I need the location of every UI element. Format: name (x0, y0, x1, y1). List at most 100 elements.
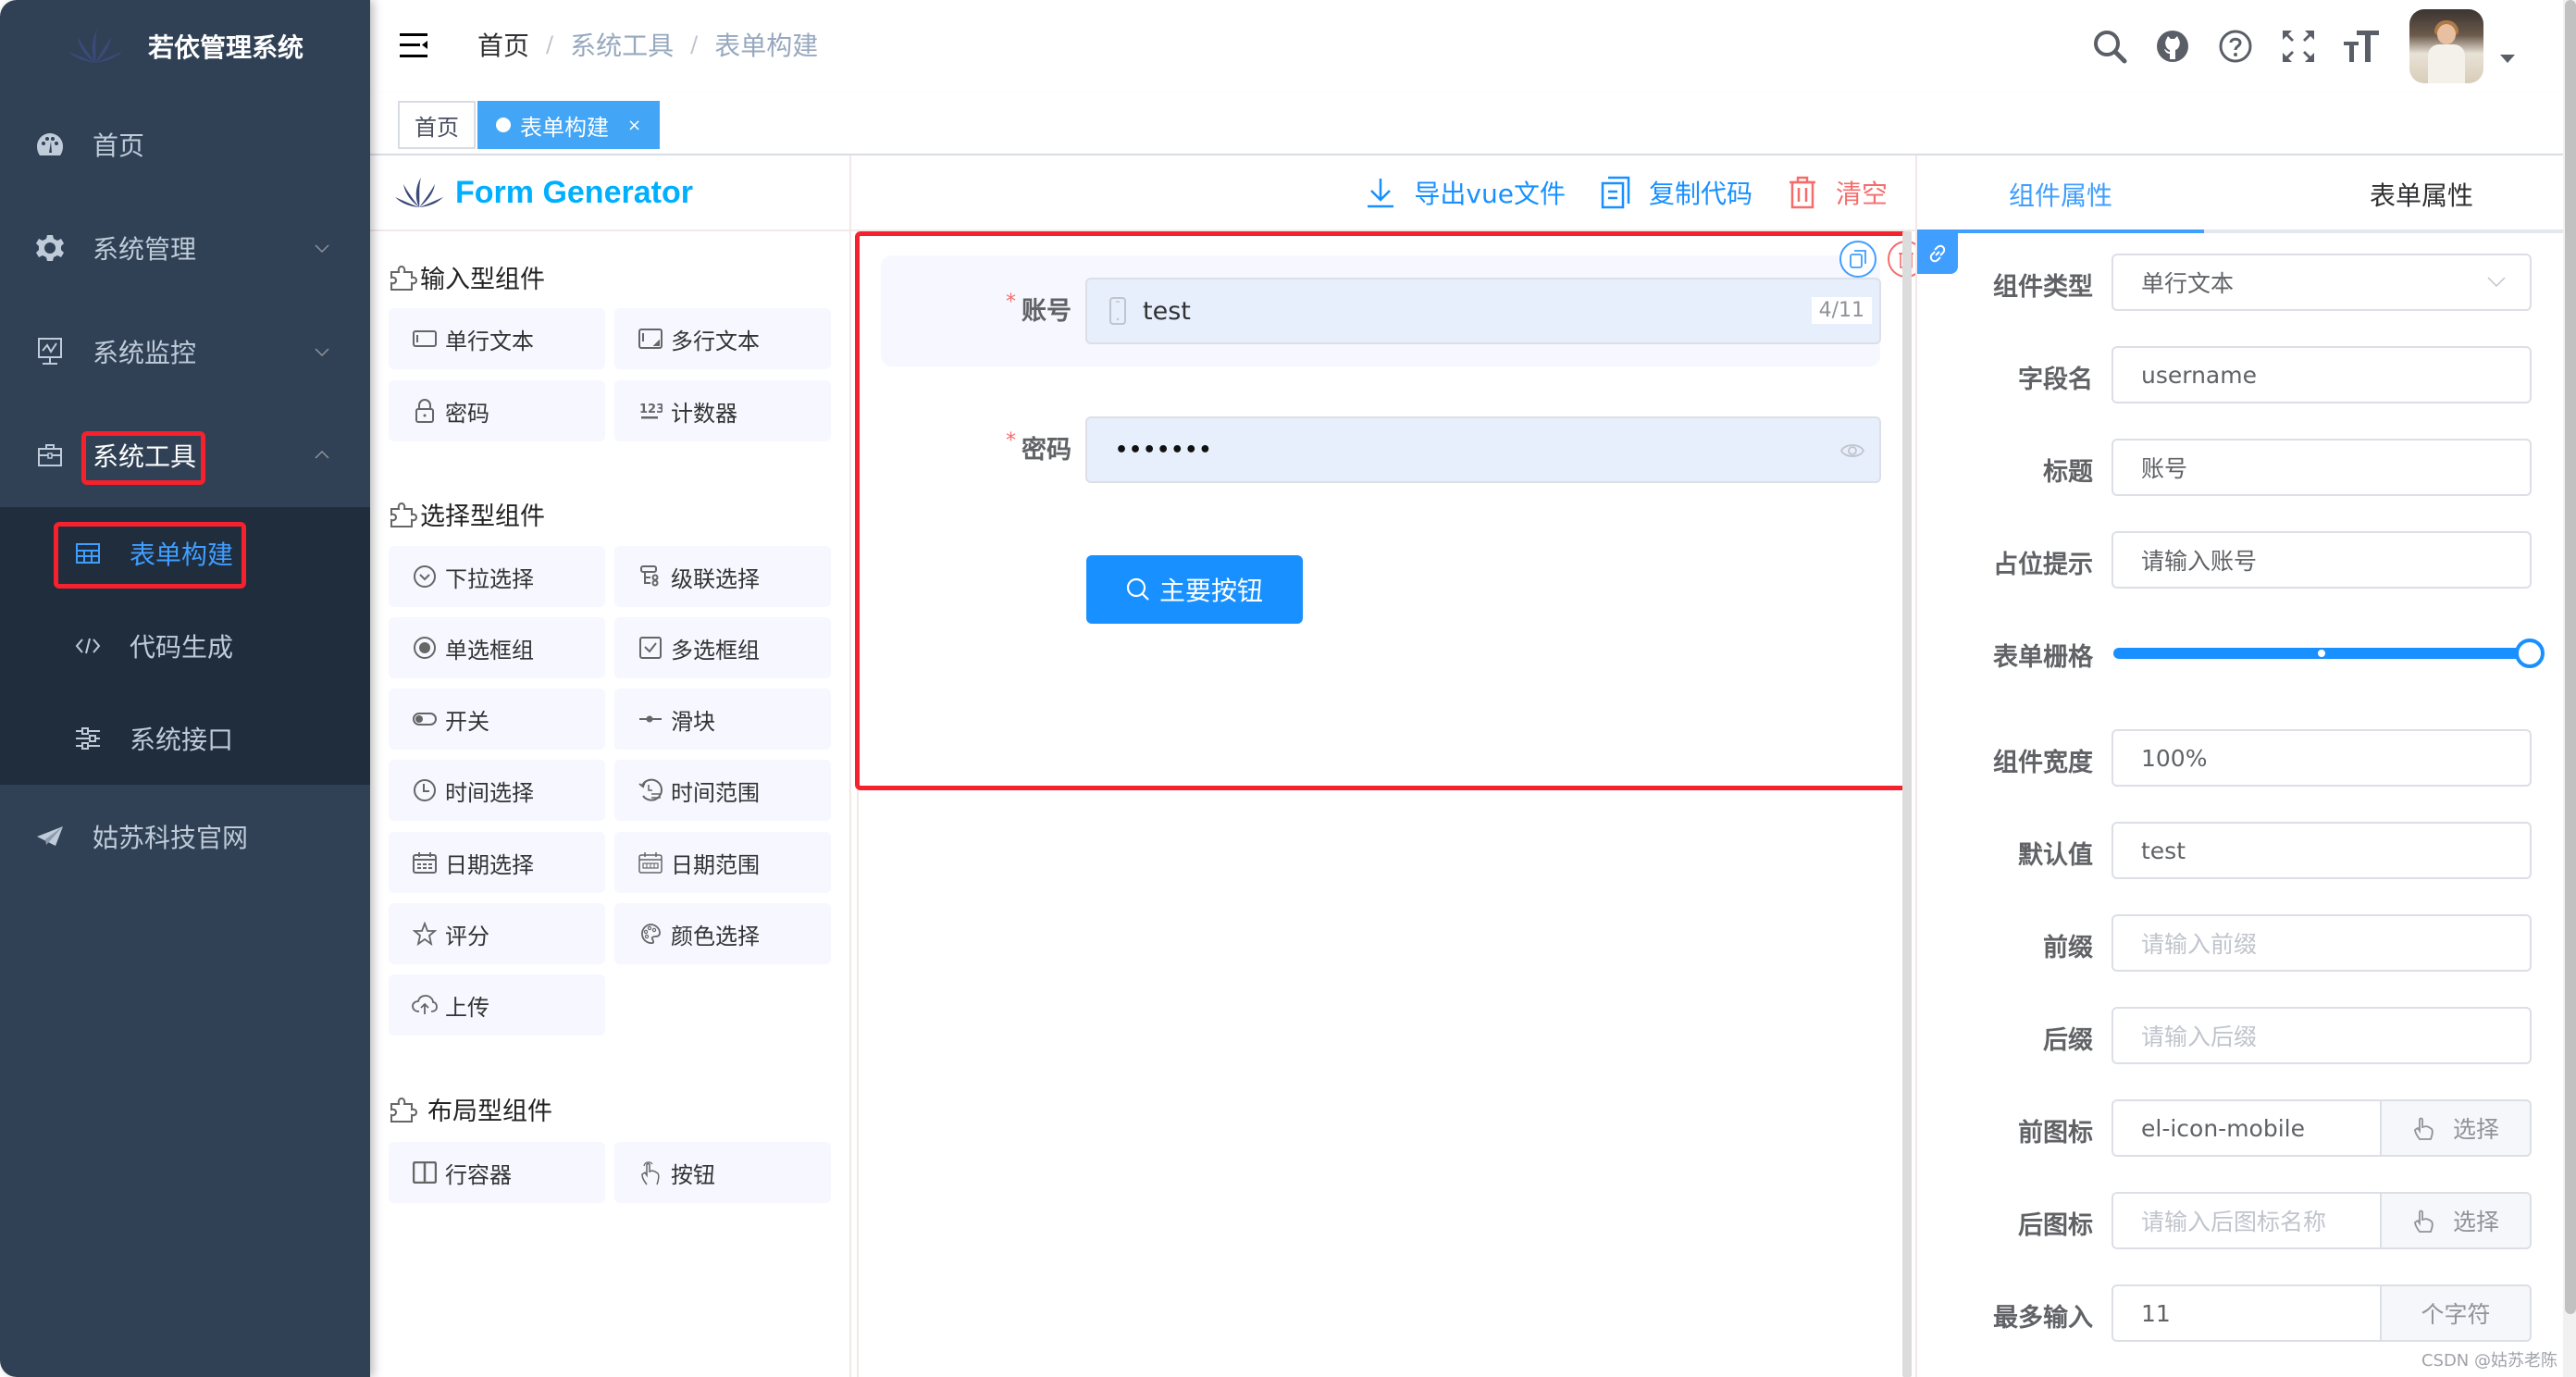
github-icon[interactable] (2154, 28, 2191, 65)
prefix-icon-input[interactable]: el-icon-mobile (2112, 1099, 2382, 1157)
active-tab-indicator (1917, 230, 2204, 233)
component-panel: Form Generator 输入型组件 单行文本 多行文本 密码 123 计数… (370, 155, 851, 1377)
title-input[interactable]: 账号 (2112, 439, 2532, 496)
sidebar-item-website[interactable]: 姑苏科技官网 (0, 785, 370, 888)
component-number[interactable]: 123 计数器 (614, 380, 831, 441)
prop-default-value: 默认值 test (1917, 822, 2565, 881)
fullscreen-icon[interactable] (2280, 28, 2317, 65)
component-date-range[interactable]: 日期范围 (614, 832, 831, 893)
placeholder-input[interactable]: 请输入账号 (2112, 531, 2532, 589)
upload-icon (412, 992, 438, 1018)
navbar: 首页 / 系统工具 / 表单构建 (370, 0, 2563, 93)
component-checkbox[interactable]: 多选框组 (614, 617, 831, 678)
export-vue-button[interactable]: 导出vue文件 (1364, 174, 1566, 211)
close-icon[interactable]: × (627, 116, 641, 135)
primary-button[interactable]: 主要按钮 (1086, 555, 1303, 624)
mobile-icon (1109, 297, 1126, 325)
page-scrollbar-thumb[interactable] (2565, 0, 2576, 1314)
copy-item-button[interactable] (1839, 241, 1876, 278)
tab-component-props[interactable]: 组件属性 (1917, 155, 2204, 233)
breadcrumb-home[interactable]: 首页 (477, 26, 529, 63)
suffix-icon-select-button[interactable]: 选择 (2382, 1192, 2532, 1249)
append-input[interactable]: 请输入后缀 (2112, 1007, 2532, 1064)
clear-button[interactable]: 清空 (1786, 174, 1888, 211)
paper-plane-icon (35, 822, 65, 851)
page-scrollbar[interactable] (2563, 0, 2576, 1377)
component-row[interactable]: 行容器 (389, 1142, 605, 1203)
chevron-down-icon (315, 348, 329, 357)
component-date-picker[interactable]: 日期选择 (389, 832, 605, 893)
download-icon (1364, 176, 1397, 209)
sidebar-item-system-tools[interactable]: 系统工具 (0, 403, 370, 507)
copy-code-button[interactable]: 复制代码 (1599, 174, 1752, 211)
logo-icon (68, 30, 122, 63)
suffix-icon-input[interactable]: 请输入后图标名称 (2112, 1192, 2382, 1249)
star-icon (412, 921, 438, 947)
copy-icon (1599, 176, 1632, 209)
hamburger-icon[interactable] (400, 31, 429, 59)
component-type-select[interactable]: 单行文本 (2112, 254, 2532, 311)
sidebar-item-code-gen[interactable]: 代码生成 (0, 600, 370, 692)
caret-down-icon[interactable] (2500, 54, 2515, 63)
component-button[interactable]: 按钮 (614, 1142, 831, 1203)
prefix-icon-select-button[interactable]: 选择 (2382, 1099, 2532, 1157)
component-time-picker[interactable]: 时间选择 (389, 760, 605, 821)
breadcrumb-form-builder: 表单构建 (714, 31, 819, 61)
field-name-input[interactable]: username (2112, 346, 2532, 403)
component-switch[interactable]: 开关 (389, 688, 605, 750)
component-slider[interactable]: 滑块 (614, 688, 831, 750)
table-icon (74, 540, 102, 567)
span-slider[interactable] (2113, 639, 2545, 668)
canvas-scrollbar[interactable] (1902, 231, 1912, 1377)
prepend-input[interactable]: 请输入前缀 (2112, 914, 2532, 972)
component-time-range[interactable]: 时间范围 (614, 760, 831, 821)
form-generator-logo-icon (395, 178, 443, 207)
search-icon[interactable] (2091, 28, 2128, 65)
slider-stop (2317, 650, 2325, 657)
pointer-icon (638, 1160, 663, 1185)
default-value-input[interactable]: test (2112, 822, 2532, 879)
maxlength-input[interactable]: 11 (2112, 1284, 2382, 1342)
date-range-icon (638, 850, 663, 875)
slider-thumb[interactable] (2515, 639, 2545, 668)
account-input[interactable]: test 4/11 (1085, 278, 1881, 344)
component-input[interactable]: 单行文本 (389, 308, 605, 369)
component-radio[interactable]: 单选框组 (389, 617, 605, 678)
row-icon (412, 1160, 438, 1185)
input-icon (412, 326, 438, 352)
component-select[interactable]: 下拉选择 (389, 546, 605, 607)
component-password[interactable]: 密码 (389, 380, 605, 441)
cascader-icon (638, 564, 663, 589)
chevron-down-icon (2487, 277, 2506, 288)
component-rate[interactable]: 评分 (389, 903, 605, 964)
prop-title: 标题 账号 (1917, 439, 2565, 498)
sliders-icon (74, 725, 102, 752)
tag-home[interactable]: 首页 (398, 101, 476, 149)
password-input[interactable]: ••••••• (1085, 416, 1881, 483)
tag-form-builder[interactable]: 表单构建 × (477, 101, 661, 149)
question-icon[interactable] (2217, 28, 2254, 65)
pointer-icon (2414, 1117, 2434, 1140)
sidebar-logo[interactable]: 若依管理系统 (0, 0, 370, 93)
prop-prepend: 前缀 请输入前缀 (1917, 914, 2565, 974)
prop-maxlength: 最多输入 11 个字符 (1917, 1284, 2565, 1344)
prop-span: 表单栅格 (1917, 624, 2565, 683)
sidebar-item-system-monitor[interactable]: 系统监控 (0, 300, 370, 403)
tags-view: 首页 表单构建 × (370, 93, 2563, 155)
component-textarea[interactable]: 多行文本 (614, 308, 831, 369)
component-upload[interactable]: 上传 (389, 974, 605, 1036)
font-size-icon[interactable] (2343, 28, 2380, 65)
component-color-picker[interactable]: 颜色选择 (614, 903, 831, 964)
width-input[interactable]: 100% (2112, 729, 2532, 787)
switch-icon (412, 706, 438, 732)
sidebar-item-home[interactable]: 首页 (0, 93, 370, 196)
sidebar-item-system-management[interactable]: 系统管理 (0, 196, 370, 300)
sidebar-item-form-builder[interactable]: 表单构建 (0, 507, 370, 600)
tab-form-props[interactable]: 表单属性 (2278, 155, 2565, 233)
component-cascader[interactable]: 级联选择 (614, 546, 831, 607)
eye-icon[interactable] (1840, 440, 1864, 461)
avatar[interactable] (2409, 9, 2483, 83)
chevron-down-icon (315, 244, 329, 254)
sidebar-item-system-api[interactable]: 系统接口 (0, 692, 370, 785)
required-asterisk: * (1006, 291, 1016, 314)
